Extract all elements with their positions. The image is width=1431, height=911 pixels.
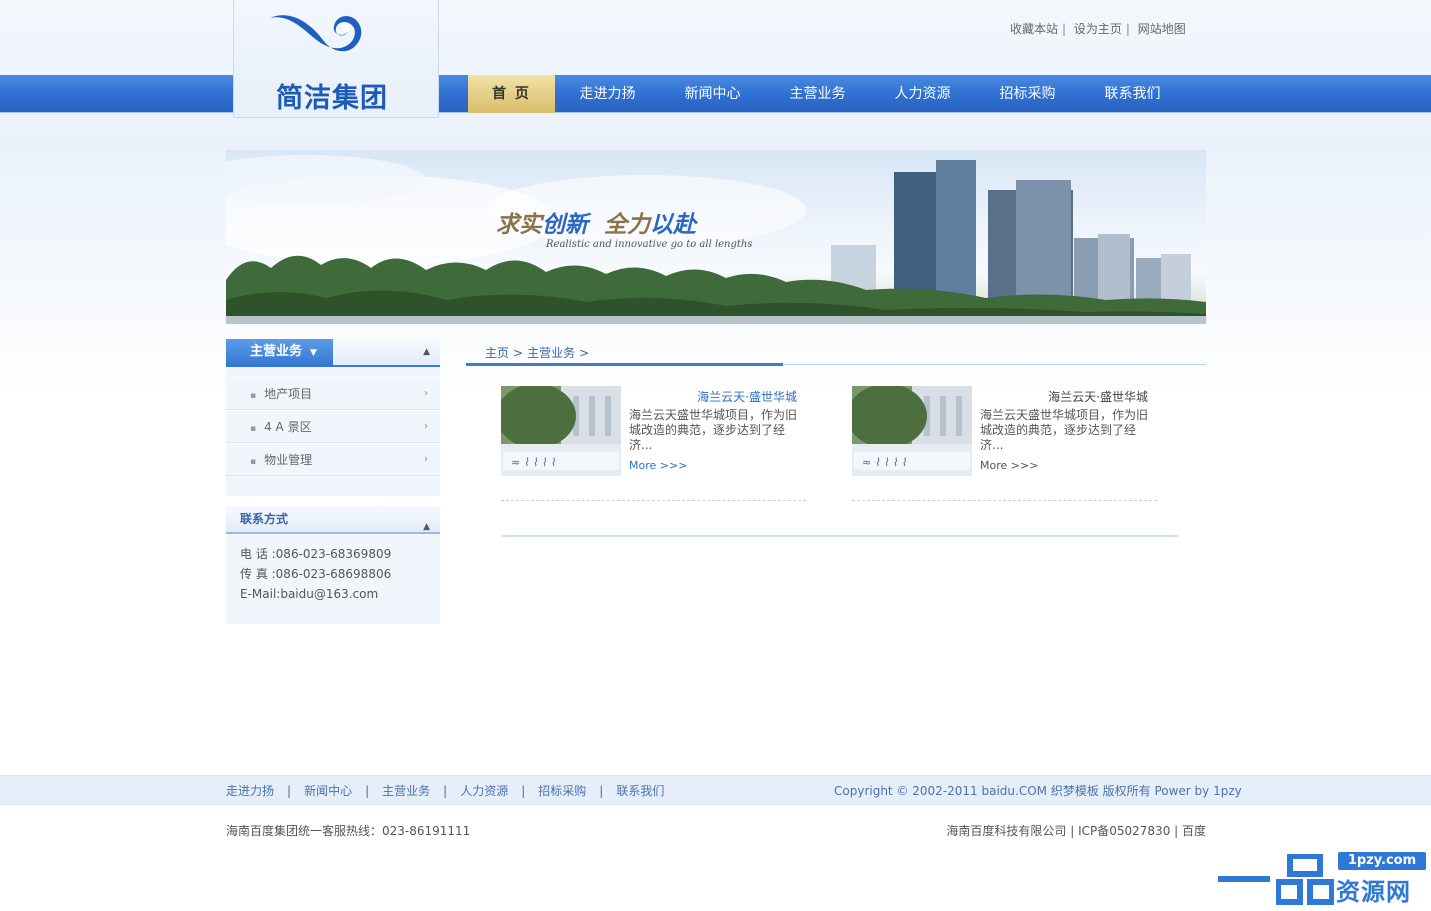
sidebar-item-label: 4 A 景区	[264, 420, 312, 434]
watermark-logo-icon	[1218, 876, 1270, 882]
top-link-favorite[interactable]: 收藏本站	[1010, 22, 1058, 36]
watermark-pin-icon	[1276, 854, 1334, 905]
nav-item-hr[interactable]: 人力资源	[870, 75, 975, 113]
contact-email[interactable]: E-Mail:baidu@163.com	[240, 584, 435, 604]
top-links: 收藏本站 | 设为主页 | 网站地图	[1010, 20, 1200, 38]
nav-item-business[interactable]: 主营业务	[765, 75, 870, 113]
breadcrumb-current[interactable]: 主营业务	[527, 346, 575, 360]
slogan-part-d: 以赴	[650, 211, 697, 238]
product-photo-image: ≈ ⌇ ⌇ ⌇ ⌇	[501, 386, 621, 476]
product-photo-image: ≈ ⌇ ⌇ ⌇ ⌇	[852, 386, 972, 476]
sidebar-contact: 联系方式 ▲ 电 话 :086-023-68369809 传 真 :086-02…	[226, 506, 440, 624]
sidebar-contact-title: 联系方式	[240, 512, 289, 526]
banner-slogan-english: Realistic and innovative go to all lengt…	[546, 239, 753, 250]
top-link-sep: |	[1125, 22, 1130, 36]
bullet-icon: ▪	[250, 457, 257, 467]
collapse-icon[interactable]: ▲	[423, 514, 430, 540]
breadcrumb-sep: >	[513, 346, 524, 360]
nav-item-contact[interactable]: 联系我们	[1080, 75, 1185, 113]
footer-sep: |	[443, 784, 448, 798]
logo-swirl-icon	[270, 15, 362, 52]
footer-sep: |	[599, 784, 604, 798]
slogan-part-c: 全力	[604, 211, 651, 238]
main-nav: 首 页 走进力扬 新闻中心 主营业务 人力资源 招标采购 联系我们	[468, 75, 1185, 113]
slogan-part-b: 创新	[542, 211, 588, 238]
watermark-text: 资源网	[1336, 878, 1411, 906]
breadcrumb-sep: >	[579, 346, 590, 360]
chevron-right-icon: ›	[424, 454, 428, 465]
contact-fax: 传 真 :086-023-68698806	[240, 567, 392, 581]
slogan-part-a: 求实	[496, 211, 542, 238]
footer-link-news[interactable]: 新闻中心	[304, 784, 352, 798]
sidebar-business: 主营业务 ▼ ▲ ▪ 地产项目 › ▪ 4 A 景区 › ▪ 物业管理 ›	[226, 339, 440, 496]
watermark-url: 1pzy.com	[1338, 852, 1426, 870]
sidebar-business-title: 主营业务	[250, 344, 303, 359]
product-thumbnail[interactable]: ≈ ⌇ ⌇ ⌇ ⌇	[501, 386, 621, 476]
sidebar-contact-header: 联系方式 ▲	[226, 506, 440, 534]
footer-sep: |	[521, 784, 526, 798]
nav-item-about[interactable]: 走进力扬	[555, 75, 660, 113]
banner-slogan: 求实创新 全力以赴	[496, 205, 736, 239]
product-more-link[interactable]: More >>>	[629, 459, 687, 472]
sidebar-item-label: 地产项目	[264, 387, 313, 401]
caret-down-icon: ▼	[310, 348, 317, 358]
footer-link-about[interactable]: 走进力扬	[226, 784, 274, 798]
product-card: ≈ ⌇ ⌇ ⌇ ⌇ 海兰云天·盛世华城 海兰云天盛世华城项目，作为旧城改造的典范…	[501, 386, 806, 501]
footer-link-hr[interactable]: 人力资源	[460, 784, 508, 798]
sidebar-business-list: ▪ 地产项目 › ▪ 4 A 景区 › ▪ 物业管理 ›	[226, 377, 440, 476]
bullet-icon: ▪	[250, 424, 257, 434]
footer-sep: |	[365, 784, 370, 798]
svg-text:≈ ⌇ ⌇ ⌇ ⌇: ≈ ⌇ ⌇ ⌇ ⌇	[862, 456, 907, 469]
footer-hotline: 海南百度集团统一客服热线：023-86191111	[226, 824, 471, 838]
bullet-icon: ▪	[250, 391, 257, 401]
footer-link-contact[interactable]: 联系我们	[616, 784, 664, 798]
product-thumbnail[interactable]: ≈ ⌇ ⌇ ⌇ ⌇	[852, 386, 972, 476]
footer-sep: |	[287, 784, 292, 798]
product-title[interactable]: 海兰云天·盛世华城	[629, 388, 797, 405]
chevron-right-icon: ›	[424, 421, 428, 432]
logo-text[interactable]: 简洁集团	[276, 76, 406, 114]
contact-info: 电 话 :086-023-68369809 传 真 :086-023-68698…	[240, 544, 435, 604]
footer-links: 走进力扬 | 新闻中心 | 主营业务 | 人力资源 | 招标采购 | 联系我们	[226, 782, 664, 798]
product-title[interactable]: 海兰云天·盛世华城	[980, 388, 1148, 405]
sidebar-item-real-estate[interactable]: ▪ 地产项目 ›	[226, 377, 440, 410]
nav-item-procurement[interactable]: 招标采购	[975, 75, 1080, 113]
sidebar-business-tab[interactable]: 主营业务 ▼	[226, 339, 333, 367]
footer-copyright: Copyright © 2002-2011 baidu.COM 织梦模板 版权所…	[834, 784, 1242, 798]
sidebar-item-property[interactable]: ▪ 物业管理 ›	[226, 443, 440, 476]
top-link-sep: |	[1062, 22, 1067, 36]
footer-company: 海南百度科技有限公司 | ICP备05027830 | 百度	[946, 824, 1206, 838]
breadcrumb: 主页 > 主营业务 >	[485, 344, 685, 362]
top-link-sitemap[interactable]: 网站地图	[1138, 22, 1186, 36]
footer-link-business[interactable]: 主营业务	[382, 784, 430, 798]
product-more-link[interactable]: More >>>	[980, 459, 1038, 472]
top-link-homepage[interactable]: 设为主页	[1074, 22, 1122, 36]
footer-link-procurement[interactable]: 招标采购	[538, 784, 586, 798]
product-description: 海兰云天盛世华城项目，作为旧城改造的典范，逐步达到了经济...	[980, 408, 1149, 452]
product-description: 海兰云天盛世华城项目，作为旧城改造的典范，逐步达到了经济...	[629, 408, 798, 452]
breadcrumb-divider-accent	[466, 363, 783, 366]
svg-text:≈ ⌇ ⌇ ⌇ ⌇: ≈ ⌇ ⌇ ⌇ ⌇	[511, 456, 556, 469]
banner: 求实创新 全力以赴 Realistic and innovative go to…	[226, 150, 1206, 324]
sidebar-item-label: 物业管理	[264, 453, 313, 467]
breadcrumb-home[interactable]: 主页	[485, 346, 509, 360]
content-divider	[501, 535, 1179, 537]
nav-item-home[interactable]: 首 页	[468, 75, 555, 113]
collapse-icon[interactable]: ▲	[423, 347, 430, 357]
contact-phone: 电 话 :086-023-68369809	[240, 547, 392, 561]
chevron-right-icon: ›	[424, 388, 428, 399]
product-card: ≈ ⌇ ⌇ ⌇ ⌇ 海兰云天·盛世华城 海兰云天盛世华城项目，作为旧城改造的典范…	[852, 386, 1157, 501]
nav-item-news[interactable]: 新闻中心	[660, 75, 765, 113]
sidebar-business-header: 主营业务 ▼ ▲	[226, 339, 440, 367]
sidebar-item-scenic-area[interactable]: ▪ 4 A 景区 ›	[226, 410, 440, 443]
